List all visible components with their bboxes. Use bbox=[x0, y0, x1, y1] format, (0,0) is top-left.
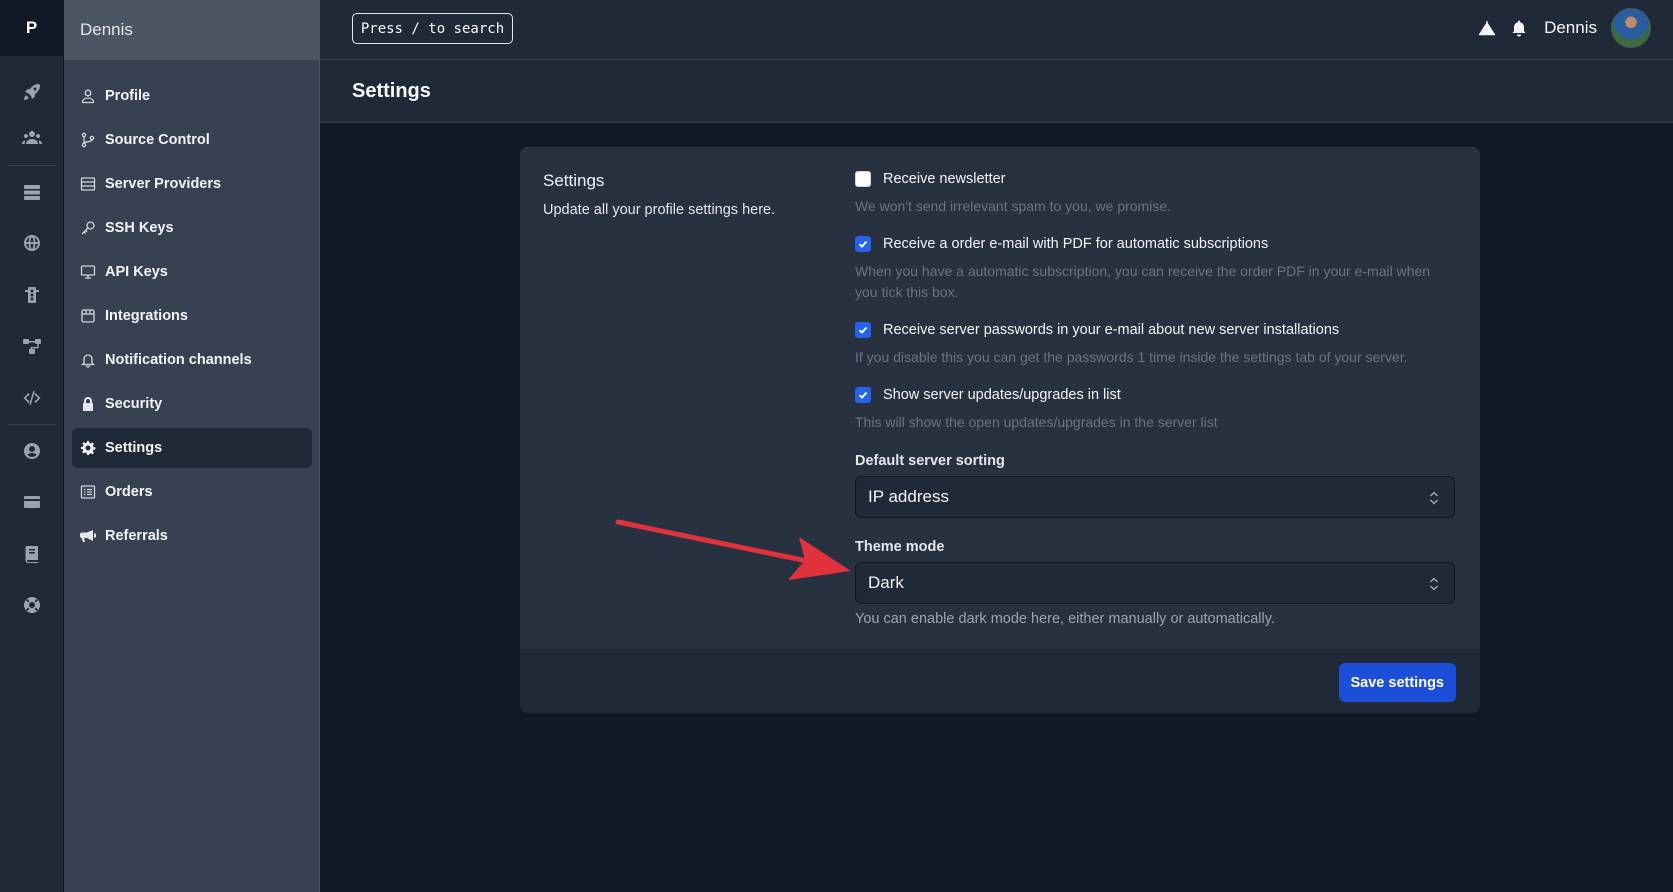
search-hint-button[interactable]: Press / to search bbox=[352, 13, 513, 44]
rocket-icon[interactable] bbox=[0, 72, 64, 112]
option-label: Receive newsletter bbox=[883, 171, 1006, 187]
chevron-up-down-icon bbox=[1429, 491, 1439, 505]
globe-icon[interactable] bbox=[0, 223, 64, 263]
server-sorting-select[interactable]: IP address bbox=[855, 476, 1455, 518]
sidebar-item-ssh-keys[interactable]: SSH Keys bbox=[72, 208, 312, 248]
sidebar-item-source-control[interactable]: Source Control bbox=[72, 120, 312, 160]
server-stack-icon[interactable] bbox=[0, 172, 64, 212]
option-label: Receive a order e-mail with PDF for auto… bbox=[883, 236, 1269, 252]
git-branch-icon bbox=[80, 132, 96, 148]
top-bar-actions: Dennis bbox=[1476, 0, 1651, 56]
server-updates-checkbox[interactable] bbox=[855, 387, 871, 403]
app-logo[interactable]: P bbox=[0, 0, 63, 56]
code-icon[interactable] bbox=[0, 378, 64, 418]
sidebar-item-label: Settings bbox=[105, 440, 163, 456]
users-icon[interactable] bbox=[0, 118, 64, 158]
sidebar-item-label: Integrations bbox=[105, 308, 188, 324]
option-label: Receive server passwords in your e-mail … bbox=[883, 322, 1340, 338]
icon-rail: P bbox=[0, 0, 64, 892]
sidebar-item-label: SSH Keys bbox=[105, 220, 174, 236]
sidebar-item-label: Profile bbox=[105, 88, 151, 104]
sidebar-item-label: Orders bbox=[105, 484, 153, 500]
server-sorting-value: IP address bbox=[868, 487, 949, 506]
sidebar-item-label: Security bbox=[105, 396, 163, 412]
credit-card-icon[interactable] bbox=[0, 482, 64, 522]
order-email-checkbox[interactable] bbox=[855, 236, 871, 252]
sidebar-item-security[interactable]: Security bbox=[72, 384, 312, 424]
option-server-passwords: Receive server passwords in your e-mail … bbox=[855, 322, 1455, 368]
tent-icon[interactable] bbox=[1476, 17, 1498, 39]
annotation-arrow bbox=[615, 519, 851, 580]
theme-mode-select[interactable]: Dark bbox=[855, 562, 1455, 604]
user-icon bbox=[80, 88, 96, 104]
server-icon bbox=[80, 176, 96, 192]
sidebar-item-label: Referrals bbox=[105, 528, 168, 544]
option-newsletter: Receive newsletter We won't send irrelev… bbox=[855, 171, 1455, 217]
sidebar-item-integrations[interactable]: Integrations bbox=[72, 296, 312, 336]
newsletter-checkbox[interactable] bbox=[855, 171, 871, 187]
sidebar-item-profile[interactable]: Profile bbox=[72, 76, 312, 116]
megaphone-icon bbox=[80, 528, 96, 544]
section-description: Update all your profile settings here. bbox=[543, 202, 776, 218]
traffic-light-icon[interactable] bbox=[0, 275, 64, 315]
option-label: Show server updates/upgrades in list bbox=[883, 387, 1121, 403]
sidebar-item-notification-channels[interactable]: Notification channels bbox=[72, 340, 312, 380]
settings-sidebar: Dennis Profile Source Control Server Pro… bbox=[64, 0, 320, 892]
sidebar-item-settings[interactable]: Settings bbox=[72, 428, 312, 468]
key-icon bbox=[80, 220, 96, 236]
section-title: Settings bbox=[543, 171, 605, 190]
lock-icon bbox=[80, 396, 96, 412]
option-help: If you disable this you can get the pass… bbox=[855, 349, 1408, 365]
list-icon bbox=[80, 484, 96, 500]
theme-mode-value: Dark bbox=[868, 573, 904, 592]
settings-card: Settings Update all your profile setting… bbox=[520, 147, 1480, 713]
option-help: When you have a automatic subscription, … bbox=[855, 263, 1431, 300]
sidebar-item-label: API Keys bbox=[105, 264, 168, 280]
theme-help: You can enable dark mode here, either ma… bbox=[855, 611, 1275, 627]
page-header: Settings bbox=[320, 60, 1673, 123]
sidebar-item-label: Notification channels bbox=[105, 352, 252, 368]
user-name[interactable]: Dennis bbox=[1544, 18, 1597, 38]
option-order-email: Receive a order e-mail with PDF for auto… bbox=[855, 236, 1455, 303]
bell-icon bbox=[80, 352, 96, 368]
option-help: We won't send irrelevant spam to you, we… bbox=[855, 198, 1171, 214]
sidebar-item-orders[interactable]: Orders bbox=[72, 472, 312, 512]
chevron-up-down-icon bbox=[1429, 577, 1439, 591]
puzzle-icon bbox=[80, 308, 96, 324]
network-icon[interactable] bbox=[0, 326, 64, 366]
lifebuoy-icon[interactable] bbox=[0, 585, 64, 625]
sidebar-item-label: Source Control bbox=[105, 132, 210, 148]
sidebar-item-server-providers[interactable]: Server Providers bbox=[72, 164, 312, 204]
avatar[interactable] bbox=[1611, 8, 1651, 48]
sidebar-item-label: Server Providers bbox=[105, 176, 222, 192]
server-passwords-checkbox[interactable] bbox=[855, 322, 871, 338]
gear-icon bbox=[80, 440, 96, 456]
theme-label: Theme mode bbox=[855, 539, 945, 555]
option-help: This will show the open updates/upgrades… bbox=[855, 414, 1218, 430]
user-circle-icon[interactable] bbox=[0, 431, 64, 471]
top-bar: Press / to search Dennis bbox=[320, 0, 1673, 60]
save-settings-button[interactable]: Save settings bbox=[1338, 663, 1456, 702]
sorting-label: Default server sorting bbox=[855, 453, 1005, 469]
option-server-updates: Show server updates/upgrades in list Thi… bbox=[855, 387, 1455, 433]
sidebar-header: Dennis bbox=[64, 0, 319, 60]
sidebar-item-api-keys[interactable]: API Keys bbox=[72, 252, 312, 292]
sidebar-item-referrals[interactable]: Referrals bbox=[72, 516, 312, 556]
settings-card-footer: Save settings bbox=[520, 649, 1480, 713]
bell-icon[interactable] bbox=[1508, 17, 1530, 39]
monitor-icon bbox=[80, 264, 96, 280]
book-icon[interactable] bbox=[0, 534, 64, 574]
page-title: Settings bbox=[352, 79, 431, 102]
